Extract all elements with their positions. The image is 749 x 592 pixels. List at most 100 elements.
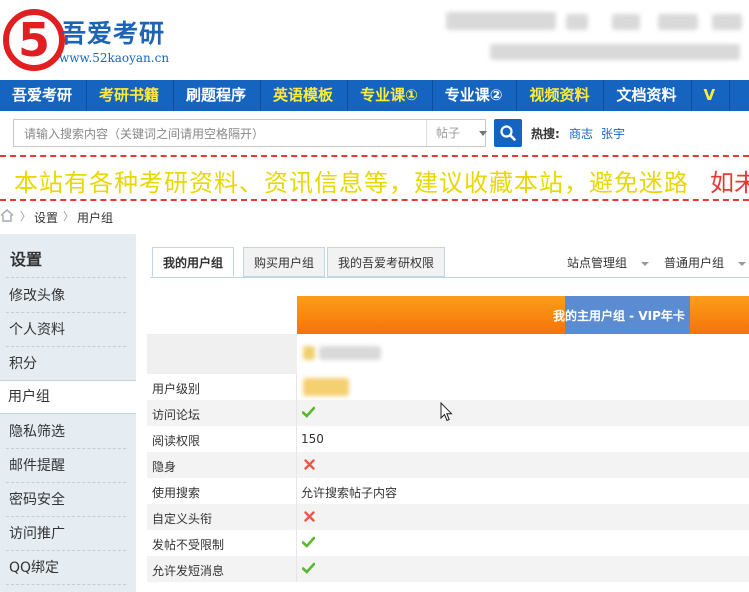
sidebar-item-qq[interactable]: QQ绑定 [0, 551, 136, 585]
chevron-down-icon [641, 261, 650, 266]
search-input[interactable] [22, 120, 426, 148]
permission-label: 自定义头衔 [152, 512, 213, 526]
search-box: 帖子 [13, 119, 487, 148]
home-icon[interactable] [0, 209, 14, 222]
permission-row: 发帖不受限制 [147, 530, 749, 556]
check-icon [302, 406, 315, 418]
site-header: 5 吾爱考研 www.52kaoyan.cn [0, 0, 749, 80]
cross-icon [304, 511, 315, 522]
nav-item[interactable]: 英语模板 [261, 80, 349, 111]
nav-item[interactable]: 专业课① [348, 80, 433, 111]
logo-text: 吾爱考研 [61, 19, 166, 48]
breadcrumb-separator: 〉 [20, 210, 31, 223]
blurred-group-name [319, 346, 381, 360]
logo-url: www.52kaoyan.cn [59, 51, 170, 65]
column-divider [296, 400, 297, 426]
nav-item[interactable]: 刷题程序 [174, 80, 262, 111]
settings-sidebar: 设置 修改头像 个人资料 积分 用户组 隐私筛选 邮件提醒 密码安全 访问推广 … [0, 234, 136, 592]
blurred-user-link [712, 14, 742, 30]
announcement-text: 本站有各种考研资料、资讯信息等，建议收藏本站，避免迷路 [14, 169, 689, 197]
nav-item[interactable]: 视频资料 [517, 80, 605, 111]
svg-text:5: 5 [18, 13, 50, 67]
blurred-level-badge [303, 378, 349, 396]
breadcrumb-item: 用户组 [77, 211, 114, 225]
sidebar-item-profile[interactable]: 个人资料 [0, 313, 136, 347]
blurred-user-info [446, 12, 556, 30]
permission-label: 使用搜索 [152, 486, 201, 500]
tab-buy-group[interactable]: 购买用户组 [243, 247, 326, 277]
hot-search-link[interactable]: 商志 [569, 125, 593, 142]
column-divider [296, 452, 297, 478]
permission-row: 用户级别 [147, 374, 749, 400]
sidebar-item-credits[interactable]: 积分 [0, 347, 136, 381]
permission-row: 阅读权限 150 [147, 426, 749, 452]
sidebar-divider [6, 277, 126, 278]
sidebar-item-avatar[interactable]: 修改头像 [0, 279, 136, 313]
tab-my-permissions[interactable]: 我的吾爱考研权限 [327, 247, 446, 277]
group-banner: 我的主用户组 - VIP年卡 [297, 296, 749, 334]
group-icon-cell [297, 334, 749, 374]
search-bar: 帖子 热搜: 商志 张宇 [0, 111, 749, 155]
mouse-cursor-icon [440, 402, 453, 422]
blurred-user-stats [490, 44, 740, 60]
permission-label: 允许发短消息 [152, 564, 225, 578]
permission-label: 用户级别 [152, 382, 201, 396]
permission-row: 使用搜索 允许搜索帖子内容 [147, 478, 749, 504]
usergroup-tabs: 我的用户组 购买用户组 我的吾爱考研权限 站点管理组 普通用户组 [150, 247, 749, 278]
sidebar-item-promotion[interactable]: 访问推广 [0, 517, 136, 551]
permission-row: 隐身 [147, 452, 749, 478]
hot-search-link[interactable]: 张宇 [601, 125, 625, 142]
search-button[interactable] [494, 119, 522, 147]
blurred-user-link [566, 14, 588, 30]
hot-search-label: 热搜: [531, 127, 560, 141]
nav-item[interactable]: 专业课② [433, 80, 518, 111]
permission-label: 发帖不受限制 [152, 538, 225, 552]
nav-item[interactable]: 文档资料 [604, 80, 692, 111]
site-admin-group-dropdown[interactable]: 站点管理组 [567, 254, 650, 271]
column-divider [296, 504, 297, 530]
permission-label: 访问论坛 [152, 408, 201, 422]
column-divider [296, 426, 297, 452]
breadcrumb-separator: 〉 [63, 210, 74, 223]
column-divider [296, 556, 297, 582]
search-icon [500, 125, 516, 141]
column-divider [296, 374, 297, 400]
permission-label: 阅读权限 [152, 434, 201, 448]
permission-value: 允许搜索帖子内容 [301, 486, 398, 500]
group-icon-row [147, 334, 749, 374]
cross-icon [304, 459, 315, 470]
check-icon [302, 562, 315, 574]
main-nav: 吾爱考研 考研书籍 刷题程序 英语模板 专业课① 专业课② 视频资料 文档资料 V [0, 80, 749, 111]
column-divider [296, 530, 297, 556]
search-divider [426, 120, 427, 146]
nav-item[interactable]: V [692, 80, 731, 111]
chevron-down-icon [738, 261, 747, 266]
blurred-user-link [612, 14, 640, 30]
sidebar-item-email[interactable]: 邮件提醒 [0, 449, 136, 483]
site-logo[interactable]: 5 吾爱考研 www.52kaoyan.cn [3, 4, 183, 74]
nav-item[interactable]: 考研书籍 [87, 80, 175, 111]
group-banner-title: 我的主用户组 - VIP年卡 [553, 309, 685, 323]
search-type-select[interactable]: 帖子 [436, 120, 460, 146]
permission-label: 隐身 [152, 460, 177, 474]
breadcrumb: 〉 设置 〉 用户组 [0, 203, 749, 231]
sidebar-item-usergroup[interactable]: 用户组 [0, 380, 136, 414]
sidebar-item-password[interactable]: 密码安全 [0, 483, 136, 517]
permission-row: 自定义头衔 [147, 504, 749, 530]
sidebar-title: 设置 [10, 250, 43, 269]
blurred-user-link [658, 14, 698, 30]
blurred-group-icon [303, 346, 315, 360]
column-divider [296, 478, 297, 504]
sidebar-item-privacy[interactable]: 隐私筛选 [0, 415, 136, 449]
permission-row: 允许发短消息 [147, 556, 749, 582]
announcement-marquee: 本站有各种考研资料、资讯信息等，建议收藏本站，避免迷路 如未 [0, 155, 749, 201]
nav-item[interactable]: 吾爱考研 [0, 80, 88, 111]
chevron-down-icon[interactable] [479, 131, 487, 136]
tab-my-group[interactable]: 我的用户组 [152, 247, 235, 277]
permission-value: 150 [301, 432, 324, 446]
regular-group-dropdown[interactable]: 普通用户组 [664, 254, 747, 271]
breadcrumb-item[interactable]: 设置 [34, 209, 58, 226]
check-icon [302, 536, 315, 548]
logo-5-icon: 5 [3, 9, 65, 71]
announcement-text-red: 如未 [710, 169, 749, 197]
